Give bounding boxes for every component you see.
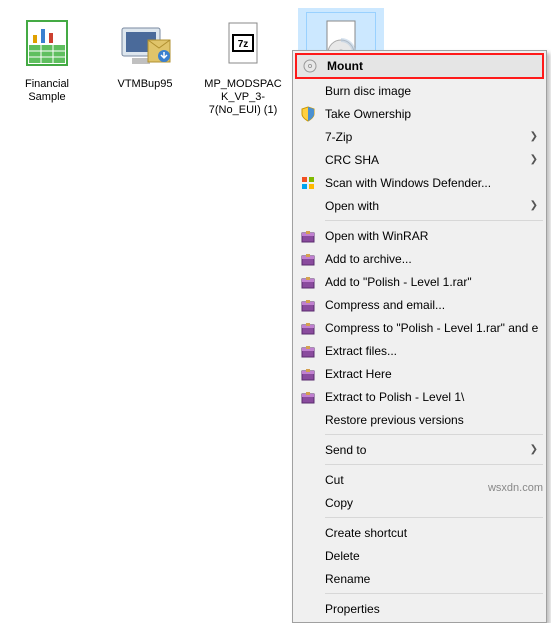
defender-icon [299,174,317,192]
menu-label: Open with [325,199,526,213]
winrar-icon [299,319,317,337]
menu-restore-versions[interactable]: Restore previous versions [295,408,544,431]
menu-label: Create shortcut [325,526,538,540]
blank-icon [299,411,317,429]
blank-icon [299,82,317,100]
winrar-icon [299,296,317,314]
menu-label: Delete [325,549,538,563]
blank-icon [299,600,317,618]
menu-label: Add to "Polish - Level 1.rar" [325,275,538,289]
menu-extract-to[interactable]: Extract to Polish - Level 1\ [295,385,544,408]
svg-text:7z: 7z [238,39,249,50]
menu-7zip[interactable]: 7-Zip ❯ [295,125,544,148]
installer-icon [110,12,180,74]
menu-separator [325,434,543,435]
menu-label: 7-Zip [325,130,526,144]
menu-separator [325,220,543,221]
file-vtmbup95[interactable]: VTMBup95 [102,8,188,95]
menu-label: Send to [325,443,526,457]
menu-separator [325,517,543,518]
menu-delete[interactable]: Delete [295,544,544,567]
file-label: VTMBup95 [104,78,186,91]
menu-burn-disc[interactable]: Burn disc image [295,79,544,102]
file-modspack-7z[interactable]: 7z MP_MODSPACK_VP_3-7(No_EUI) (1) [200,8,286,121]
menu-label: Take Ownership [325,107,538,121]
shield-icon [299,105,317,123]
file-label: Financial Sample [6,78,88,104]
file-label: MP_MODSPACK_VP_3-7(No_EUI) (1) [202,78,284,117]
blank-icon [299,524,317,542]
menu-rename[interactable]: Rename [295,567,544,590]
menu-label: Restore previous versions [325,413,538,427]
menu-label: Add to archive... [325,252,538,266]
menu-open-winrar[interactable]: Open with WinRAR [295,224,544,247]
menu-label: Extract files... [325,344,538,358]
menu-take-ownership[interactable]: Take Ownership [295,102,544,125]
menu-send-to[interactable]: Send to ❯ [295,438,544,461]
blank-icon [299,471,317,489]
menu-label: Mount [327,59,536,73]
chevron-right-icon: ❯ [530,200,538,211]
blank-icon [299,151,317,169]
menu-defender[interactable]: Scan with Windows Defender... [295,171,544,194]
menu-mount[interactable]: Mount [295,53,544,79]
menu-extract-here[interactable]: Extract Here [295,362,544,385]
menu-label: Extract to Polish - Level 1\ [325,390,538,404]
menu-label: Burn disc image [325,84,538,98]
menu-label: Compress and email... [325,298,538,312]
menu-label: Rename [325,572,538,586]
menu-open-with[interactable]: Open with ❯ [295,194,544,217]
chevron-right-icon: ❯ [530,131,538,142]
7z-icon: 7z [208,12,278,74]
chevron-right-icon: ❯ [530,444,538,455]
menu-create-shortcut[interactable]: Create shortcut [295,521,544,544]
blank-icon [299,441,317,459]
winrar-icon [299,273,317,291]
winrar-icon [299,388,317,406]
menu-label: CRC SHA [325,153,526,167]
menu-label: Extract Here [325,367,538,381]
winrar-icon [299,250,317,268]
menu-compress-to-email[interactable]: Compress to "Polish - Level 1.rar" and e… [295,316,544,339]
menu-extract-files[interactable]: Extract files... [295,339,544,362]
winrar-icon [299,365,317,383]
menu-label: Open with WinRAR [325,229,538,243]
spreadsheet-icon [12,12,82,74]
blank-icon [299,570,317,588]
menu-label: Copy [325,496,538,510]
menu-label: Scan with Windows Defender... [325,176,538,190]
chevron-right-icon: ❯ [530,154,538,165]
menu-copy[interactable]: Copy [295,491,544,514]
blank-icon [299,547,317,565]
menu-add-archive[interactable]: Add to archive... [295,247,544,270]
blank-icon [299,197,317,215]
menu-separator [325,593,543,594]
menu-add-to-rar[interactable]: Add to "Polish - Level 1.rar" [295,270,544,293]
file-financial-sample[interactable]: Financial Sample [4,8,90,108]
context-menu: Mount Burn disc image Take Ownership 7-Z… [292,50,547,623]
menu-properties[interactable]: Properties [295,597,544,620]
menu-label: Compress to "Polish - Level 1.rar" and e… [325,321,538,335]
menu-compress-email[interactable]: Compress and email... [295,293,544,316]
menu-label: Properties [325,602,538,616]
menu-crc-sha[interactable]: CRC SHA ❯ [295,148,544,171]
disc-icon [301,57,319,75]
winrar-icon [299,342,317,360]
blank-icon [299,128,317,146]
winrar-icon [299,227,317,245]
blank-icon [299,494,317,512]
menu-separator [325,464,543,465]
watermark: wsxdn.com [488,482,543,494]
